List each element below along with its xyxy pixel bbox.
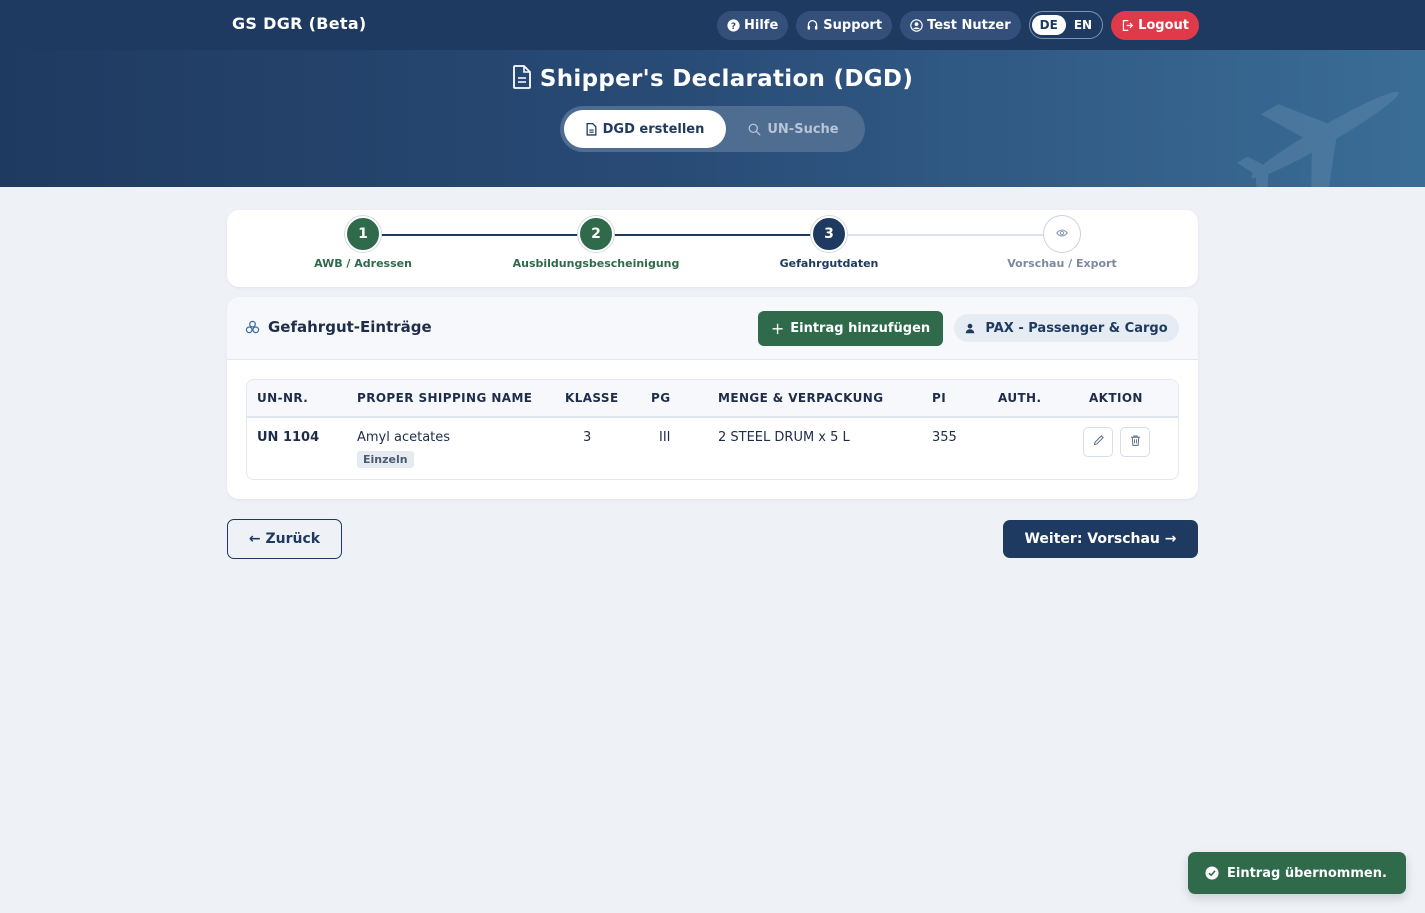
hero-banner: Shipper's Declaration (DGD) DGD erstelle… xyxy=(0,50,1425,187)
hazard-icon xyxy=(245,320,260,335)
step-number: 1 xyxy=(345,216,381,252)
shipping-name-text: Amyl acetates xyxy=(357,430,451,445)
cell-proper-shipping-name: Amyl acetates Einzeln xyxy=(347,417,555,479)
check-circle-icon xyxy=(1205,866,1219,880)
step-label: Vorschau / Export xyxy=(1007,257,1117,270)
col-proper-shipping-name: PROPER SHIPPING NAME xyxy=(347,380,555,418)
cell-auth xyxy=(988,417,1079,479)
entries-table: UN-NR. PROPER SHIPPING NAME KLASSE PG ME… xyxy=(246,379,1179,480)
tab-dgd-create[interactable]: DGD erstellen xyxy=(564,110,726,148)
col-quantity-packaging: MENGE & VERPACKUNG xyxy=(708,380,922,418)
aircraft-mode-label: PAX - Passenger & Cargo xyxy=(985,320,1168,336)
progress-stepper: 1 AWB / Adressen 2 Ausbildungsbescheinig… xyxy=(227,210,1198,287)
step-label: Gefahrgutdaten xyxy=(779,257,879,270)
table-header-row: UN-NR. PROPER SHIPPING NAME KLASSE PG ME… xyxy=(247,380,1178,418)
mode-tabs: DGD erstellen UN-Suche xyxy=(560,106,865,152)
svg-text:?: ? xyxy=(731,21,736,31)
plus-icon: + xyxy=(770,319,785,338)
search-icon xyxy=(748,123,762,136)
col-auth: AUTH. xyxy=(988,380,1079,418)
cell-pi: 355 xyxy=(932,430,957,445)
document-icon xyxy=(586,122,597,136)
support-label: Support xyxy=(823,17,883,33)
step-label: AWB / Adressen xyxy=(314,257,412,270)
tab-un-search[interactable]: UN-Suche xyxy=(726,110,861,148)
col-class: KLASSE xyxy=(555,380,641,418)
page-title: Shipper's Declaration (DGD) xyxy=(0,65,1425,95)
cell-actions xyxy=(1079,417,1178,479)
lang-de-option[interactable]: DE xyxy=(1031,15,1066,35)
navbar-actions: ? Hilfe Support Test Nutzer DE EN Logout xyxy=(717,10,1207,40)
user-menu-button[interactable]: Test Nutzer xyxy=(900,10,1021,40)
success-toast: Eintrag übernommen. xyxy=(1188,852,1406,894)
step-preview-export[interactable]: Vorschau / Export xyxy=(972,216,1152,270)
toast-message: Eintrag übernommen. xyxy=(1227,865,1387,881)
top-navbar: GS DGR (Beta) ? Hilfe Support Test Nutze… xyxy=(0,0,1425,50)
cell-packing-group: III xyxy=(659,430,671,445)
language-switcher: DE EN xyxy=(1028,11,1104,39)
eye-icon xyxy=(1056,226,1068,242)
aircraft-mode-badge: PAX - Passenger & Cargo xyxy=(954,314,1179,342)
step-number: 2 xyxy=(578,216,614,252)
cell-quantity-packaging: 2 STEEL DRUM x 5 L xyxy=(718,430,850,445)
entries-title: Gefahrgut-Einträge xyxy=(245,318,432,336)
tab-un-search-label: UN-Suche xyxy=(767,121,839,137)
back-button[interactable]: ← Zurück xyxy=(227,519,342,559)
person-icon xyxy=(965,323,975,334)
table-row: UN 1104 Amyl acetates Einzeln 3 III 2 ST… xyxy=(247,417,1178,479)
col-action: AKTION xyxy=(1079,380,1178,418)
col-un-number: UN-NR. xyxy=(247,380,347,418)
dangerous-goods-entries-card: Gefahrgut-Einträge + Eintrag hinzufügen … xyxy=(227,297,1198,499)
logout-label: Logout xyxy=(1138,17,1189,33)
help-button[interactable]: ? Hilfe xyxy=(717,10,789,40)
cell-class: 3 xyxy=(583,430,592,445)
trash-icon xyxy=(1129,434,1142,451)
entries-title-text: Gefahrgut-Einträge xyxy=(268,318,432,336)
step-label: Ausbildungsbescheinigung xyxy=(512,257,680,270)
page-title-text: Shipper's Declaration (DGD) xyxy=(539,66,914,92)
edit-entry-button[interactable] xyxy=(1083,427,1113,457)
document-icon xyxy=(512,65,532,95)
headset-icon xyxy=(806,19,819,32)
entries-header: Gefahrgut-Einträge + Eintrag hinzufügen … xyxy=(227,297,1198,360)
step-number: 3 xyxy=(811,216,847,252)
next-preview-button[interactable]: Weiter: Vorschau → xyxy=(1003,520,1198,558)
cell-un-number: UN 1104 xyxy=(257,430,320,445)
user-name: Test Nutzer xyxy=(927,17,1011,33)
app-brand[interactable]: GS DGR (Beta) xyxy=(232,14,367,33)
delete-entry-button[interactable] xyxy=(1120,427,1151,457)
logout-button[interactable]: Logout xyxy=(1111,10,1199,40)
step-training-certificate[interactable]: 2 Ausbildungsbescheinigung xyxy=(506,216,686,270)
lang-en-option[interactable]: EN xyxy=(1066,15,1100,35)
airplane-icon xyxy=(1237,91,1399,187)
question-circle-icon: ? xyxy=(727,18,740,32)
help-label: Hilfe xyxy=(744,17,779,33)
tab-dgd-create-label: DGD erstellen xyxy=(602,121,705,137)
step-awb-addresses[interactable]: 1 AWB / Adressen xyxy=(273,216,453,270)
support-button[interactable]: Support xyxy=(796,10,893,40)
add-entry-label: Eintrag hinzufügen xyxy=(790,321,931,336)
col-packing-group: PG xyxy=(641,380,708,418)
step-preview-circle xyxy=(1044,216,1080,252)
entry-type-badge: Einzeln xyxy=(357,451,414,468)
pencil-icon xyxy=(1092,434,1105,451)
user-circle-icon xyxy=(910,18,923,32)
step-dangerous-goods-data[interactable]: 3 Gefahrgutdaten xyxy=(739,216,919,270)
add-entry-button[interactable]: + Eintrag hinzufügen xyxy=(758,311,943,346)
logout-icon xyxy=(1121,19,1134,32)
col-pi: PI xyxy=(922,380,988,418)
